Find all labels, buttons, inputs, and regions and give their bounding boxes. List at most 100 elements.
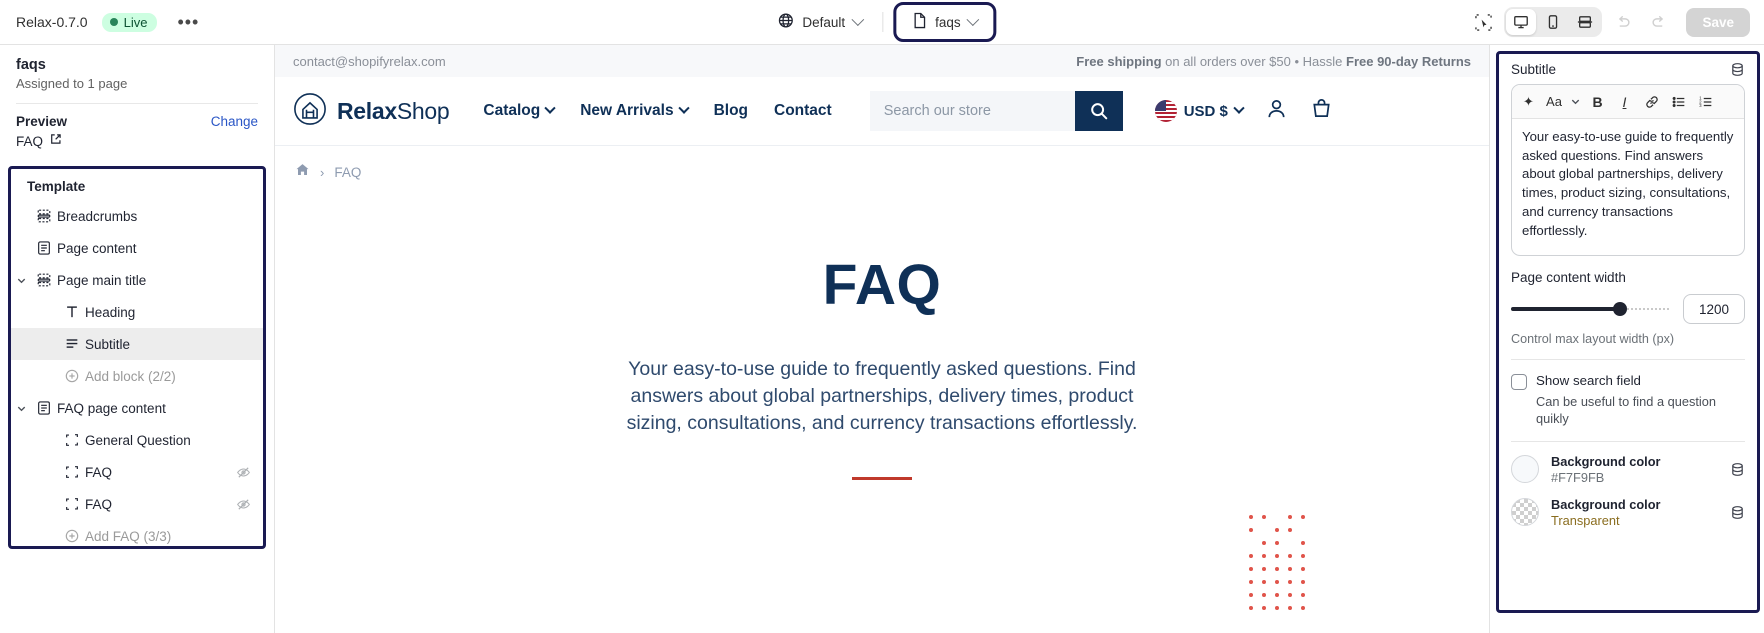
nav-link-label: Blog (713, 102, 749, 119)
tree-item-subtitle[interactable]: Subtitle (11, 328, 263, 360)
decorative-dot (1275, 580, 1279, 584)
decorative-dot (1249, 528, 1253, 532)
undo-icon[interactable] (1608, 7, 1638, 37)
show-search-field-row[interactable]: Show search field (1511, 373, 1745, 390)
ai-sparkle-icon[interactable]: ✦ (1515, 88, 1542, 115)
tree-item-add-faq-3-3[interactable]: Add FAQ (3/3) (11, 520, 263, 546)
bold-icon[interactable]: B (1584, 88, 1611, 115)
svg-text:3: 3 (1699, 103, 1702, 108)
left-sidebar: faqs Assigned to 1 page Preview Change F… (0, 45, 275, 633)
fullwidth-icon[interactable] (1570, 9, 1600, 35)
breadcrumb-separator: › (320, 164, 325, 180)
tree-item-faq-page-content[interactable]: FAQ page content (11, 392, 263, 424)
dynamic-source-icon[interactable] (1730, 505, 1745, 520)
decorative-dot (1262, 580, 1266, 584)
page-main-title-section: FAQ Your easy-to-use guide to frequently… (275, 182, 1489, 480)
tree-item-faq[interactable]: FAQ (11, 488, 263, 520)
page-selector-highlight: faqs (893, 2, 997, 42)
tree-item-heading[interactable]: Heading (11, 296, 263, 328)
account-icon[interactable] (1265, 97, 1288, 125)
brand-logo[interactable]: RelaxShop (293, 92, 450, 131)
tree-item-faq[interactable]: FAQ (11, 456, 263, 488)
store-search (869, 91, 1123, 131)
change-preview-link[interactable]: Change (211, 114, 258, 129)
rte-textarea[interactable]: Your easy-to-use guide to frequently ask… (1512, 119, 1744, 255)
search-button[interactable] (1074, 91, 1123, 131)
hidden-eye-icon[interactable] (236, 497, 251, 512)
dynamic-source-icon[interactable] (1730, 62, 1745, 77)
currency-selector[interactable]: USD $ (1154, 100, 1245, 122)
store-nav: Catalog New Arrivals Blog Contact (483, 102, 831, 120)
top-bar-center: Default faqs (767, 2, 997, 42)
font-size-icon[interactable]: Aa (1542, 88, 1566, 115)
search-input[interactable] (869, 91, 1075, 131)
tree-item-add-block-2-2[interactable]: Add block (2/2) (11, 360, 263, 392)
link-icon[interactable] (1638, 88, 1665, 115)
redo-icon[interactable] (1644, 7, 1674, 37)
rte-toolbar: ✦ Aa B I 1 2 3 (1512, 85, 1744, 119)
background-color-row[interactable]: Background color #F7F9FB (1511, 454, 1745, 485)
page-content-width-value[interactable]: 1200 (1683, 294, 1745, 324)
dynamic-source-icon[interactable] (1730, 462, 1745, 477)
external-link-icon[interactable] (50, 132, 62, 150)
panel-header: Subtitle (1511, 62, 1745, 77)
plus-icon (59, 528, 85, 544)
nav-link-contact[interactable]: Contact (774, 102, 832, 120)
nav-link-blog[interactable]: Blog (714, 102, 748, 120)
template-tree: Breadcrumbs Page content Page main title He… (11, 200, 263, 546)
italic-icon[interactable]: I (1611, 88, 1638, 115)
breadcrumb-section: › FAQ (275, 145, 1489, 182)
home-icon[interactable] (295, 162, 310, 182)
save-button[interactable]: Save (1686, 7, 1750, 37)
decorative-dot (1301, 606, 1305, 610)
nav-link-catalog[interactable]: Catalog (483, 102, 556, 120)
page-content-width-slider[interactable] (1511, 301, 1671, 317)
mobile-icon[interactable] (1538, 9, 1568, 35)
tree-item-page-main-title[interactable]: Page main title (11, 264, 263, 296)
color-label: Background color (1551, 453, 1661, 469)
tree-item-general-question[interactable]: General Question (11, 424, 263, 456)
more-options-button[interactable]: ••• (171, 13, 205, 31)
cart-icon[interactable] (1310, 97, 1333, 125)
desktop-icon[interactable] (1506, 9, 1537, 35)
chevron-down-icon[interactable] (11, 403, 31, 414)
page-selector[interactable]: faqs (902, 7, 988, 37)
announcement-bar: contact@shopifyrelax.com Free shipping o… (275, 45, 1489, 77)
decorative-dot (1288, 580, 1292, 584)
decorative-dot (1275, 528, 1279, 532)
locale-selector[interactable]: Default (767, 7, 872, 37)
decorative-dot (1275, 606, 1279, 610)
globe-icon (777, 12, 794, 32)
color-swatch[interactable] (1511, 455, 1539, 484)
nav-link-new-arrivals[interactable]: New Arrivals (580, 102, 690, 120)
tree-item-breadcrumbs[interactable]: Breadcrumbs (11, 200, 263, 232)
right-settings-panel-outer: Subtitle ✦ Aa B I 1 2 3 Your easy-to-use guide… (1489, 45, 1764, 633)
chevron-down-icon[interactable] (1566, 88, 1584, 115)
sidebar-header: faqs Assigned to 1 page (0, 45, 274, 101)
tree-item-page-content[interactable]: Page content (11, 232, 263, 264)
decorative-dot (1249, 606, 1253, 610)
us-flag-icon (1154, 100, 1177, 122)
promo-text: Free shipping on all orders over $50 • H… (1076, 54, 1471, 69)
numbered-list-icon[interactable]: 123 (1692, 88, 1719, 115)
decorative-dot (1275, 567, 1279, 571)
subtitle-icon (59, 336, 85, 352)
top-bar: Relax-0.7.0 Live ••• Default faqs Save (0, 0, 1764, 45)
background-color-row[interactable]: Background color Transparent (1511, 497, 1745, 528)
tree-item-label: Page main title (57, 272, 147, 288)
brand-bold: Relax (337, 97, 397, 124)
hidden-eye-icon[interactable] (236, 465, 251, 480)
bullet-list-icon[interactable] (1665, 88, 1692, 115)
page-icon (912, 12, 927, 32)
show-search-field-checkbox[interactable] (1511, 374, 1527, 390)
tree-item-label: FAQ (85, 496, 113, 512)
rich-text-editor: ✦ Aa B I 1 2 3 Your easy-to-use guide to frequ… (1511, 84, 1745, 256)
inspector-cursor-icon[interactable] (1468, 7, 1498, 37)
color-swatch[interactable] (1511, 498, 1539, 527)
title-underline (852, 476, 912, 480)
decorative-dot (1288, 606, 1292, 610)
chevron-down-icon[interactable] (11, 275, 31, 286)
text-icon (59, 304, 85, 320)
slider-handle[interactable] (1612, 302, 1627, 316)
breadcrumb-item[interactable]: FAQ (334, 165, 361, 180)
